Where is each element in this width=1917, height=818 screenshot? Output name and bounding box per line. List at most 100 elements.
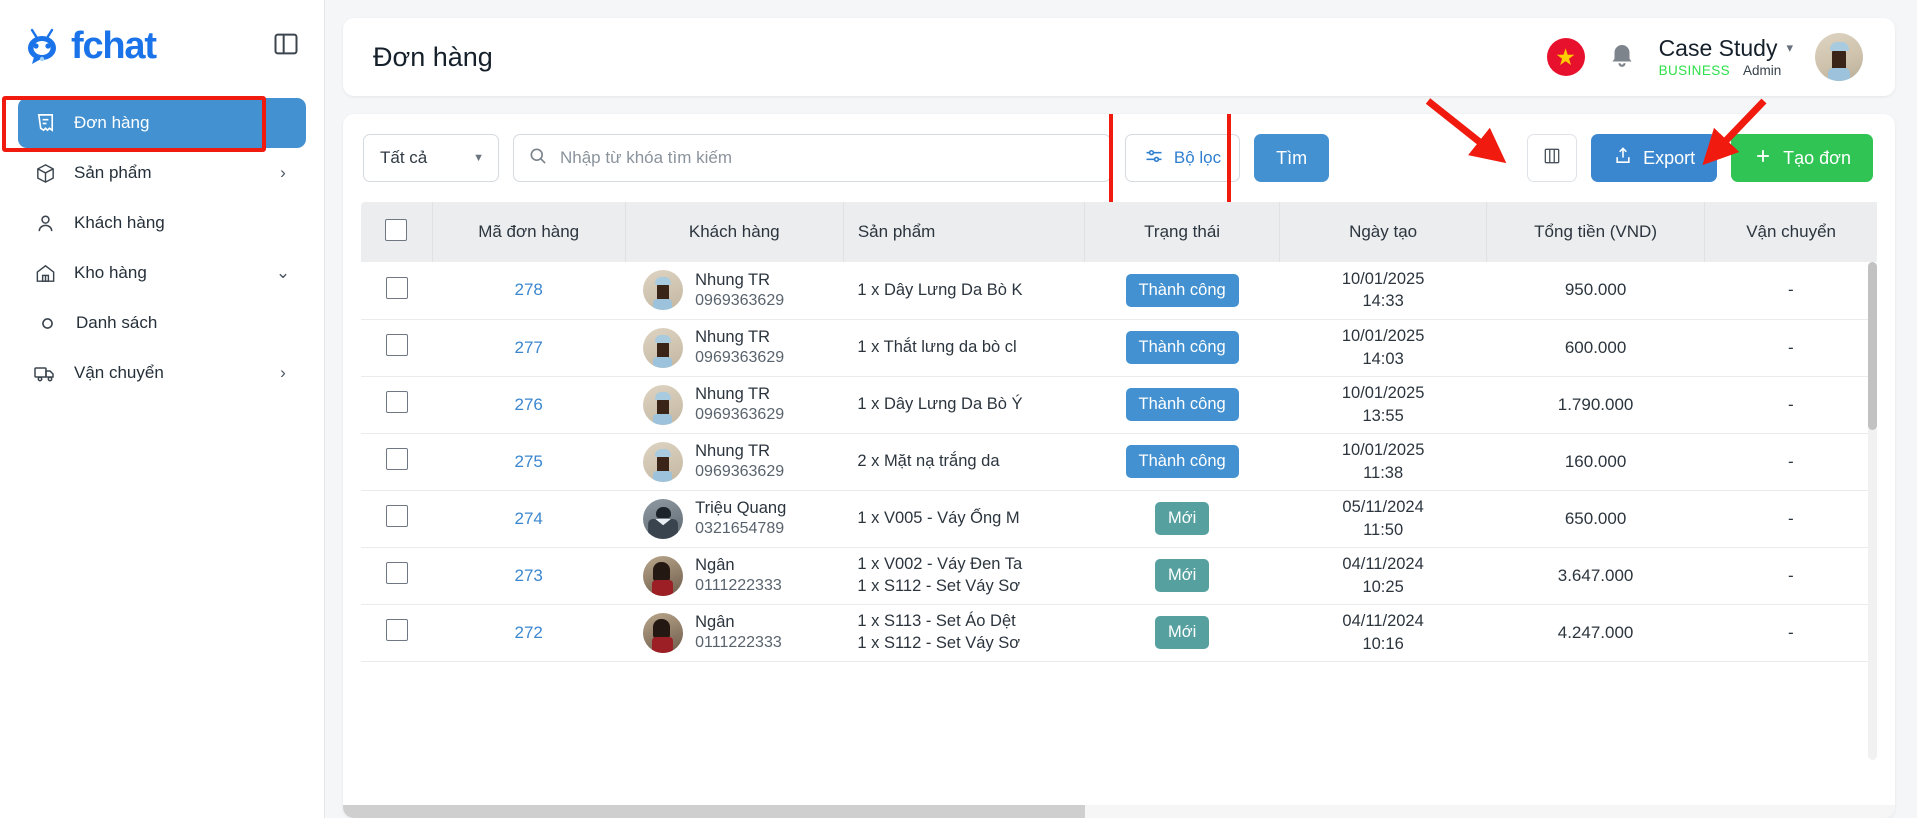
order-date: 04/11/2024 — [1342, 612, 1424, 631]
product-line: 1 x Thắt lưng da bò cl — [857, 337, 1017, 356]
topbar-right: ★ Case Study ▾ BUSINESS Admin — [1546, 33, 1863, 81]
product-line: 1 x Dây Lưng Da Bò Ý — [857, 394, 1023, 413]
table-row[interactable]: 278 Nhung TR 0969363629 1 x Dây Lưng Da … — [361, 262, 1877, 320]
filter-scope-value: Tất cả — [380, 148, 428, 167]
circle-icon — [34, 317, 60, 330]
order-id-link[interactable]: 276 — [514, 395, 542, 414]
order-time: 14:03 — [1362, 349, 1404, 368]
order-time: 11:38 — [1363, 463, 1404, 482]
order-id-link[interactable]: 277 — [514, 338, 542, 357]
sidebar-item-label: Kho hàng — [74, 263, 147, 282]
table-row[interactable]: 272 Ngân 0111222333 1 x S113 - Set Áo Dệ… — [361, 604, 1877, 662]
column-header-code[interactable]: Mã đơn hàng — [432, 202, 626, 262]
row-checkbox[interactable] — [385, 619, 408, 641]
sidebar-item-van-chuyen[interactable]: Vận chuyển › — [18, 348, 306, 398]
status-badge[interactable]: Mới — [1155, 559, 1210, 592]
chevron-down-icon: ▾ — [1786, 39, 1793, 55]
order-id-link[interactable]: 275 — [514, 452, 542, 471]
sidebar-item-label: Vận chuyển — [74, 363, 164, 382]
fchat-logo-icon — [28, 28, 56, 64]
sidebar-item-san-pham[interactable]: Sản phẩm › — [18, 148, 306, 198]
scrollbar-thumb[interactable] — [1868, 262, 1877, 430]
customer-cell: Nhung TR 0969363629 — [631, 327, 837, 368]
row-total-cell: 3.647.000 — [1486, 547, 1705, 605]
status-badge[interactable]: Thành công — [1125, 388, 1239, 421]
row-date-cell: 10/01/2025 13:55 — [1279, 376, 1487, 434]
sidebar: fchat Đơn hàng Sản phẩm › Khách hàng Kho… — [0, 0, 325, 818]
user-icon — [32, 212, 58, 235]
sidebar-item-don-hang[interactable]: Đơn hàng — [18, 98, 306, 148]
column-header-shipping[interactable]: Vận chuyển — [1704, 202, 1877, 262]
row-checkbox[interactable] — [385, 505, 408, 527]
product-line: 1 x Dây Lưng Da Bò K — [857, 280, 1023, 299]
columns-toggle-button[interactable] — [1527, 134, 1578, 182]
row-checkbox[interactable] — [385, 562, 408, 584]
panel-toggle-icon[interactable] — [272, 30, 300, 63]
status-badge[interactable]: Thành công — [1125, 274, 1239, 307]
row-checkbox-cell — [361, 547, 433, 605]
brand-logo[interactable]: fchat — [22, 26, 157, 66]
export-button-label: Export — [1643, 147, 1696, 168]
order-id-link[interactable]: 274 — [514, 509, 542, 528]
row-product-cell: 1 x V002 - Váy Đen Ta 1 x S112 - Set Váy … — [843, 547, 1085, 605]
customer-avatar — [643, 384, 684, 425]
create-order-button[interactable]: Tạo đơn — [1731, 134, 1873, 182]
search-box[interactable] — [513, 134, 1111, 182]
status-badge[interactable]: Thành công — [1125, 331, 1239, 364]
row-status-cell: Mới — [1084, 604, 1280, 662]
select-all-checkbox[interactable] — [385, 218, 408, 241]
status-badge[interactable]: Mới — [1155, 616, 1210, 649]
account-menu[interactable]: Case Study ▾ BUSINESS Admin — [1659, 35, 1793, 79]
app-root: fchat Đơn hàng Sản phẩm › Khách hàng Kho… — [0, 0, 1917, 818]
row-checkbox[interactable] — [385, 391, 408, 413]
plan-badge: BUSINESS — [1658, 63, 1731, 79]
column-header-product[interactable]: Sản phẩm — [843, 202, 1086, 262]
table-row[interactable]: 275 Nhung TR 0969363629 2 x Mặt nạ trắng… — [361, 433, 1877, 491]
chevron-down-icon: ⌄ — [275, 263, 291, 282]
row-product-cell: 1 x V005 - Váy Ống M — [843, 490, 1085, 548]
create-order-button-label: Tạo đơn — [1783, 147, 1851, 168]
table-row[interactable]: 277 Nhung TR 0969363629 1 x Thắt lưng da… — [361, 319, 1877, 377]
product-line: 1 x S113 - Set Áo Dệt — [857, 612, 1016, 631]
row-total-cell: 160.000 — [1486, 433, 1705, 491]
vietnam-flag-icon[interactable]: ★ — [1546, 38, 1585, 76]
row-checkbox[interactable] — [385, 448, 408, 470]
column-header-status[interactable]: Trạng thái — [1084, 202, 1281, 262]
row-shipping-cell: - — [1704, 376, 1877, 434]
row-checkbox-cell — [361, 490, 433, 548]
status-badge[interactable]: Thành công — [1125, 445, 1239, 478]
bell-icon[interactable] — [1607, 40, 1637, 75]
row-date-cell: 04/11/2024 10:25 — [1279, 547, 1487, 605]
filter-button[interactable]: Bộ lọc — [1124, 134, 1241, 182]
table-vertical-scrollbar[interactable] — [1868, 262, 1877, 760]
table-row[interactable]: 273 Ngân 0111222333 1 x V002 - Váy Đen T… — [361, 547, 1877, 605]
order-time: 11:50 — [1363, 520, 1404, 539]
table-horizontal-scrollbar[interactable] — [343, 805, 1895, 818]
search-submit-button[interactable]: Tìm — [1254, 134, 1330, 182]
row-status-cell: Mới — [1084, 547, 1280, 605]
row-checkbox[interactable] — [385, 276, 408, 299]
avatar[interactable] — [1815, 33, 1863, 81]
date-cell: 10/01/2025 13:55 — [1286, 382, 1481, 427]
customer-avatar — [643, 555, 684, 596]
search-input[interactable] — [560, 148, 1096, 168]
sidebar-item-kho-hang[interactable]: Kho hàng ⌄ — [18, 248, 306, 298]
filter-scope-select[interactable]: Tất cả ▼ — [363, 134, 499, 182]
table-row[interactable]: 276 Nhung TR 0969363629 1 x Dây Lưng Da … — [361, 376, 1877, 434]
sidebar-item-danh-sach[interactable]: Danh sách — [18, 298, 306, 348]
order-id-link[interactable]: 273 — [514, 566, 542, 585]
row-checkbox[interactable] — [385, 334, 408, 356]
scrollbar-thumb-horizontal[interactable] — [343, 805, 1085, 818]
order-id-link[interactable]: 272 — [514, 623, 542, 642]
column-header-customer[interactable]: Khách hàng — [625, 202, 844, 262]
sidebar-item-khach-hang[interactable]: Khách hàng — [18, 198, 306, 248]
order-id-link[interactable]: 278 — [514, 280, 542, 299]
column-header-date[interactable]: Ngày tạo — [1279, 202, 1487, 262]
column-header-total[interactable]: Tổng tiền (VND) — [1486, 202, 1706, 262]
export-button[interactable]: Export — [1591, 134, 1718, 182]
orders-table-head: Mã đơn hàng Khách hàng Sản phẩm Trạng th… — [361, 202, 1877, 262]
status-badge[interactable]: Mới — [1155, 502, 1210, 535]
table-row[interactable]: 274 Triệu Quang 0321654789 1 x V005 - Vá… — [361, 490, 1877, 548]
avatar-body — [1828, 68, 1850, 81]
account-sub: BUSINESS Admin — [1659, 63, 1782, 79]
